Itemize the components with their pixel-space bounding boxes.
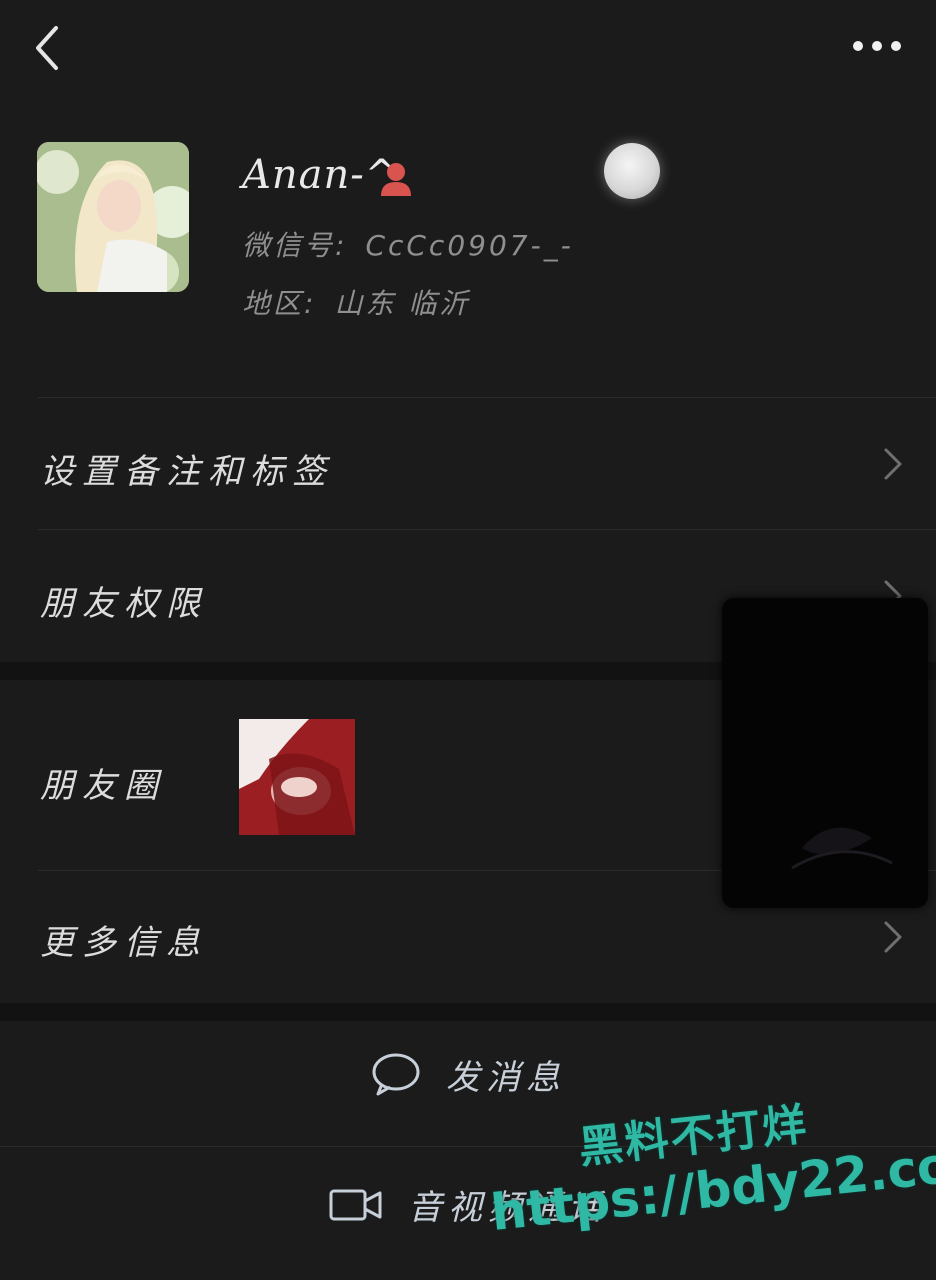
wechat-id-line: 微信号: CcCc0907-_- [242,224,574,264]
video-camera-icon [329,1189,382,1220]
floating-video-window[interactable] [722,598,928,908]
region-line: 地区: 山东 临沂 [242,282,470,322]
row-remark-tags-label: 设置备注和标签 [40,452,334,492]
row-moments-label: 朋友圈 [40,766,166,806]
avatar[interactable] [37,142,189,292]
more-options-button[interactable] [846,28,908,64]
moments-thumbnail[interactable] [239,719,355,835]
person-icon [381,163,411,196]
region-label: 地区: [242,287,317,320]
back-button[interactable] [24,22,72,74]
avatar-image [37,142,189,292]
profile-header: Anan-^ 微信号: CcCc0907-_- 地区: 山东 临沂 [0,120,936,380]
wechat-id-value: CcCc0907-_- [365,229,574,262]
top-bar [0,0,936,100]
region-value: 山东 临沂 [334,287,471,320]
row-remark-tags[interactable]: 设置备注和标签 [0,400,936,528]
chevron-right-icon [884,448,902,480]
send-message-label: 发消息 [446,1058,566,1098]
wechat-id-label: 微信号: [242,229,348,262]
chevron-left-icon [36,26,58,70]
av-call-button[interactable]: 音视频通话 [0,1180,936,1260]
more-dots-icon [853,41,901,51]
video-frame [791,827,893,870]
moments-photo [239,719,355,835]
row-friend-permissions-label: 朋友权限 [40,584,208,624]
section-gap [0,1003,936,1021]
av-call-label: 音视频通话 [408,1188,608,1228]
assistive-touch-dot[interactable] [604,143,660,199]
chevron-right-icon [884,921,902,953]
row-more-info-label: 更多信息 [40,923,208,963]
divider [0,1146,936,1147]
divider [38,397,936,398]
send-message-button[interactable]: 发消息 [0,1050,936,1130]
chat-bubble-icon [372,1053,420,1095]
